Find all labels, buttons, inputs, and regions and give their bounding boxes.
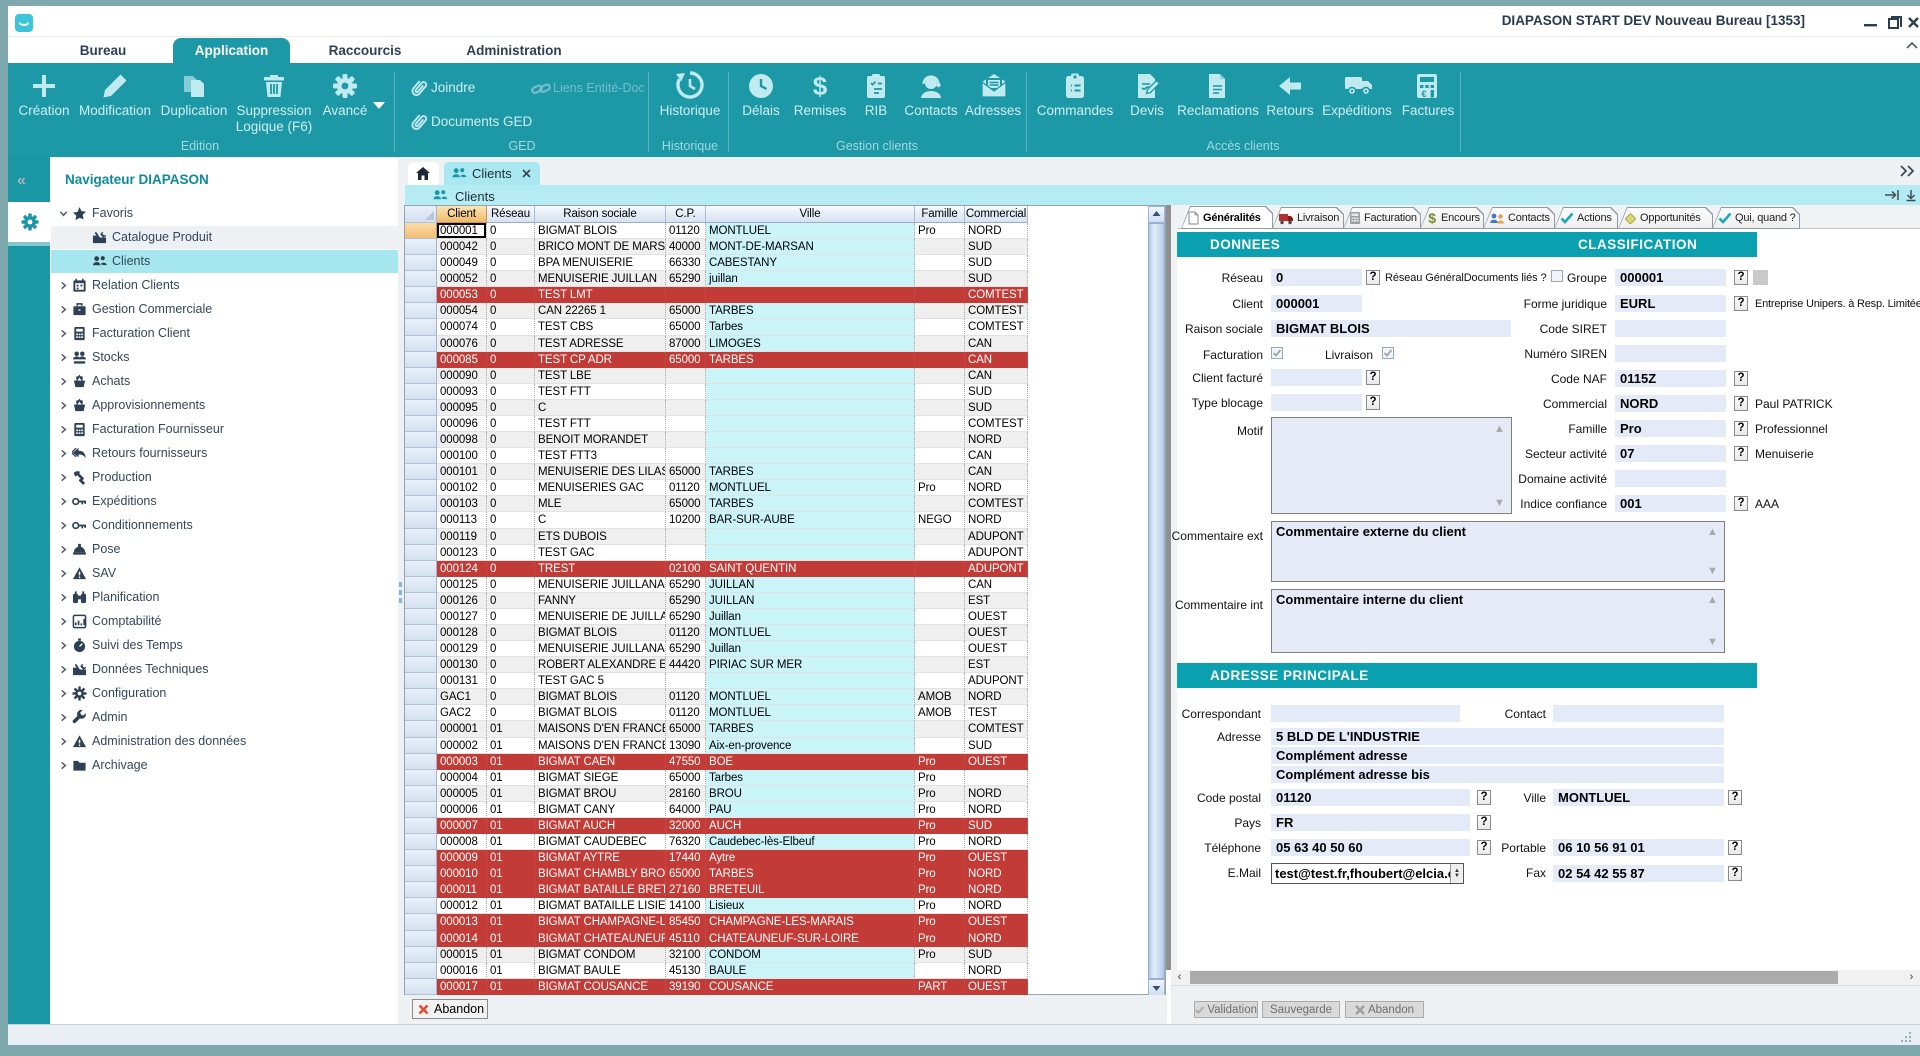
svg-text:$: $ (813, 72, 828, 100)
svg-text:€: € (1421, 89, 1426, 99)
svg-text:$: $ (1428, 211, 1436, 225)
